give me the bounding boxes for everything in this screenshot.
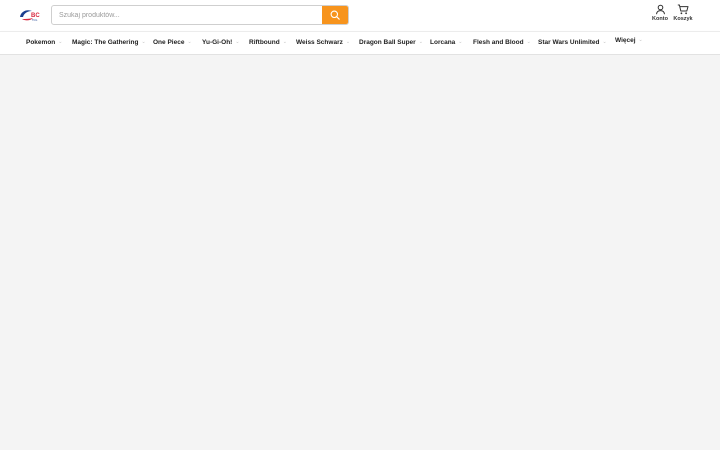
nav-item-flesh-and-blood[interactable]: Flesh and Blood ⌄ [473,32,531,54]
cart-icon [677,4,689,15]
nav-item-lorcana[interactable]: Lorcana ⌄ [430,32,463,54]
store-logo[interactable]: BC TCG [19,8,43,23]
account-label: Konto [652,16,668,22]
chevron-down-icon: ⌄ [345,39,351,45]
nav-item-label: Yu-Gi-Oh! [202,39,233,46]
user-icon [655,4,665,15]
nav-item-more[interactable]: Więcej ⌄ [615,30,643,52]
chevron-down-icon: ⌄ [58,39,63,45]
search-bar [51,5,349,25]
nav-item-star-wars-unlimited[interactable]: Star Wars Unlimited ⌄ [538,32,607,54]
cart-button[interactable]: Koszyk [671,4,695,26]
nav-item-label: Magic: The Gathering [72,39,139,46]
chevron-down-icon: ⌄ [638,37,643,43]
store-logo-mark: BC TCG [20,10,40,22]
nav-item-magic[interactable]: Magic: The Gathering ⌄ [72,32,146,54]
nav-item-label: Star Wars Unlimited [538,39,600,46]
nav-item-dragon-ball-super[interactable]: Dragon Ball Super ⌄ [359,32,423,54]
nav-item-label: Lorcana [430,39,456,46]
cart-label: Koszyk [673,16,693,22]
nav-item-label: Pokemon [26,39,56,46]
chevron-down-icon: ⌄ [526,39,531,45]
nav-item-label: Flesh and Blood [473,39,524,46]
nav-item-riftbound[interactable]: Riftbound ⌄ [249,32,287,54]
nav-item-label: Więcej [615,37,636,44]
account-button[interactable]: Konto [648,4,672,26]
nav-item-one-piece[interactable]: One Piece ⌄ [153,32,192,54]
nav-item-label: Dragon Ball Super [359,39,416,46]
logo-subtext: TCG [32,19,37,22]
page-content [0,55,720,450]
nav-item-label: Weiss Schwarz [296,39,343,46]
chevron-down-icon: ⌄ [458,39,463,45]
category-nav: Pokemon ⌄ Magic: The Gathering ⌄ One Piece… [0,31,720,55]
chevron-down-icon: ⌄ [602,39,607,45]
chevron-down-icon: ⌄ [282,39,287,45]
search-icon [330,10,340,20]
nav-item-label: Riftbound [249,39,280,46]
search-button[interactable] [322,6,348,24]
nav-item-weiss-schwarz[interactable]: Weiss Schwarz ⌄ [296,32,350,54]
search-input[interactable] [52,6,324,24]
chevron-down-icon: ⌄ [235,39,240,45]
site-header: BC TCG Konto Koszyk [0,0,720,31]
nav-item-pokemon[interactable]: Pokemon ⌄ [26,32,62,54]
chevron-down-icon: ⌄ [141,39,146,45]
nav-item-yu-gi-oh[interactable]: Yu-Gi-Oh! ⌄ [202,32,240,54]
nav-item-label: One Piece [153,39,185,46]
chevron-down-icon: ⌄ [187,39,192,45]
chevron-down-icon: ⌄ [418,39,423,45]
